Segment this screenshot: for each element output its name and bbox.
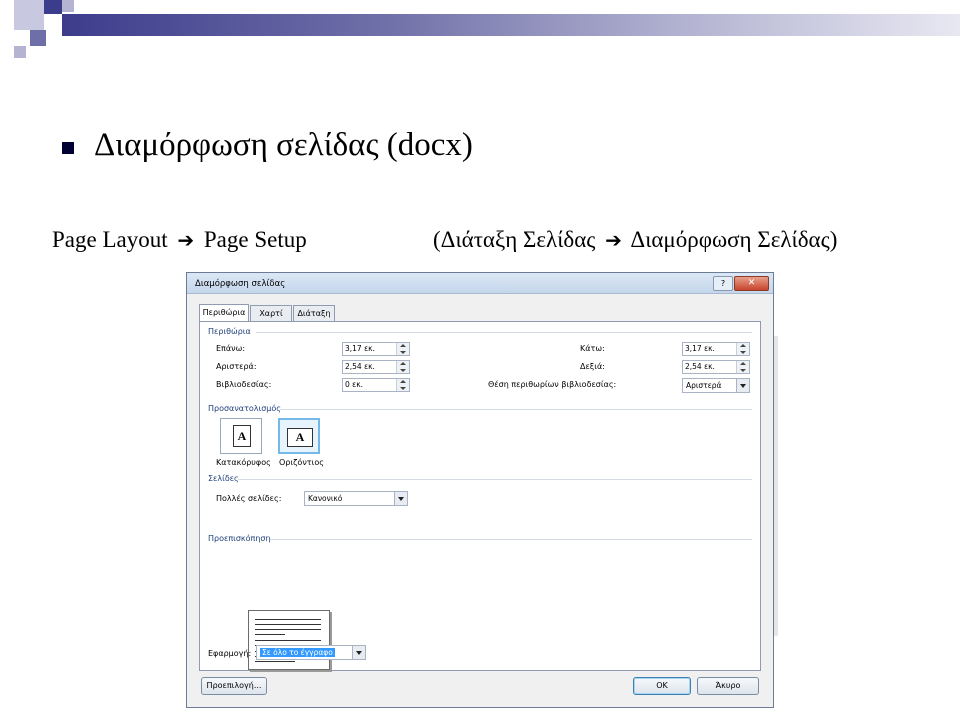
chevron-down-icon[interactable] (736, 379, 749, 392)
apply-to-value: Σε όλο το έγγραφο (260, 648, 335, 657)
bottom-margin-label: Κάτω: (580, 344, 605, 353)
decor-square (14, 0, 44, 30)
spin-arrows-icon[interactable] (736, 343, 749, 355)
subtitle-page-layout: Page Layout (52, 227, 168, 252)
help-button[interactable]: ? (713, 276, 733, 291)
apply-to-label: Εφαρμογή: (208, 649, 252, 658)
margins-group-label: Περιθώρια (208, 327, 251, 336)
gutter-position-value: Αριστερά (686, 381, 722, 390)
portrait-label: Κατακόρυφος (216, 458, 271, 467)
preview-line (255, 624, 321, 625)
background-edge (774, 336, 778, 636)
gutter-position-label: Θέση περιθωρίων βιβλιοδεσίας: (488, 380, 617, 389)
left-margin-label: Αριστερά: (216, 362, 257, 371)
close-button[interactable]: ✕ (734, 276, 769, 291)
header-gradient-bar (62, 14, 960, 36)
preview-line (255, 619, 321, 620)
top-margin-label: Επάνω: (216, 344, 246, 353)
left-margin-input[interactable]: 2,54 εκ. (342, 360, 410, 374)
group-divider (238, 479, 752, 480)
dialog-title: Διαμόρφωση σελίδας (195, 279, 286, 289)
left-margin-value: 2,54 εκ. (345, 362, 375, 371)
tab-margins[interactable]: Περιθώρια (199, 304, 249, 322)
preview-group-label: Προεπισκόπηση (208, 534, 271, 543)
multiple-pages-select[interactable]: Κανονικό (304, 491, 408, 506)
subtitle-page-setup: Page Setup (203, 227, 307, 252)
bottom-margin-input[interactable]: 3,17 εκ. (682, 342, 750, 356)
bottom-margin-value: 3,17 εκ. (685, 344, 715, 353)
right-margin-input[interactable]: 2,54 εκ. (682, 360, 750, 374)
tab-paper[interactable]: Χαρτί (250, 305, 292, 321)
preview-line (255, 634, 285, 635)
preview-line (255, 661, 295, 662)
preview-line (255, 640, 321, 641)
decor-square (44, 0, 62, 14)
orientation-group-label: Προσανατολισμός (208, 404, 281, 413)
group-divider (256, 332, 752, 333)
multiple-pages-value: Κανονικό (308, 494, 343, 503)
top-margin-input[interactable]: 3,17 εκ. (342, 342, 410, 356)
spin-arrows-icon[interactable] (396, 343, 409, 355)
ok-button[interactable]: OK (633, 677, 691, 695)
gutter-position-select[interactable]: Αριστερά (682, 378, 750, 393)
apply-to-select[interactable]: Σε όλο το έγγραφο (256, 645, 366, 660)
bullet-marker (62, 142, 74, 154)
gutter-value: 0 εκ. (345, 380, 364, 389)
slide-title: Διαμόρφωση σελίδας (docx) (94, 127, 473, 163)
gutter-label: Βιβλιοδεσίας: (216, 380, 272, 389)
decor-square (62, 0, 74, 12)
preview-line (255, 629, 321, 630)
cancel-button[interactable]: Άκυρο (697, 677, 759, 695)
spin-arrows-icon[interactable] (736, 361, 749, 373)
page-setup-dialog: Διαμόρφωση σελίδας ? ✕ Περιθώρια Χαρτί Δ… (186, 272, 774, 708)
landscape-option[interactable]: A (278, 418, 320, 454)
subtitle-greek-setup: Διαμόρφωση Σελίδας) (630, 227, 838, 252)
pages-group-label: Σελίδες (208, 474, 239, 483)
spin-arrows-icon[interactable] (396, 379, 409, 391)
set-default-button[interactable]: Προεπιλογή... (201, 677, 267, 695)
subtitle-greek: (Διάταξη Σελίδας ➔ Διαμόρφωση Σελίδας) (433, 227, 837, 253)
landscape-label: Οριζόντιος (279, 458, 324, 467)
decor-square (14, 46, 26, 58)
tab-layout[interactable]: Διάταξη (293, 305, 335, 321)
right-margin-label: Δεξιά: (580, 362, 605, 371)
top-margin-value: 3,17 εκ. (345, 344, 375, 353)
group-divider (270, 539, 752, 540)
portrait-page-icon: A (233, 425, 251, 447)
landscape-page-icon: A (287, 428, 313, 447)
subtitle-greek-layout: (Διάταξη Σελίδας (433, 227, 596, 252)
chevron-down-icon[interactable] (352, 646, 365, 659)
right-arrow-icon: ➔ (605, 228, 622, 252)
decor-square (30, 30, 46, 46)
page-preview-thumbnail (248, 610, 330, 670)
portrait-option[interactable]: A (220, 418, 262, 454)
dialog-titlebar: Διαμόρφωση σελίδας ? ✕ (187, 273, 773, 294)
spin-arrows-icon[interactable] (396, 361, 409, 373)
subtitle-english: Page Layout ➔ Page Setup (52, 227, 307, 253)
right-margin-value: 2,54 εκ. (685, 362, 715, 371)
chevron-down-icon[interactable] (394, 492, 407, 505)
margins-tab-panel: Περιθώρια Επάνω: 3,17 εκ. Αριστερά: 2,54… (199, 321, 761, 671)
multiple-pages-label: Πολλές σελίδες: (216, 494, 282, 503)
gutter-input[interactable]: 0 εκ. (342, 378, 410, 392)
right-arrow-icon: ➔ (177, 228, 195, 252)
group-divider (280, 409, 752, 410)
